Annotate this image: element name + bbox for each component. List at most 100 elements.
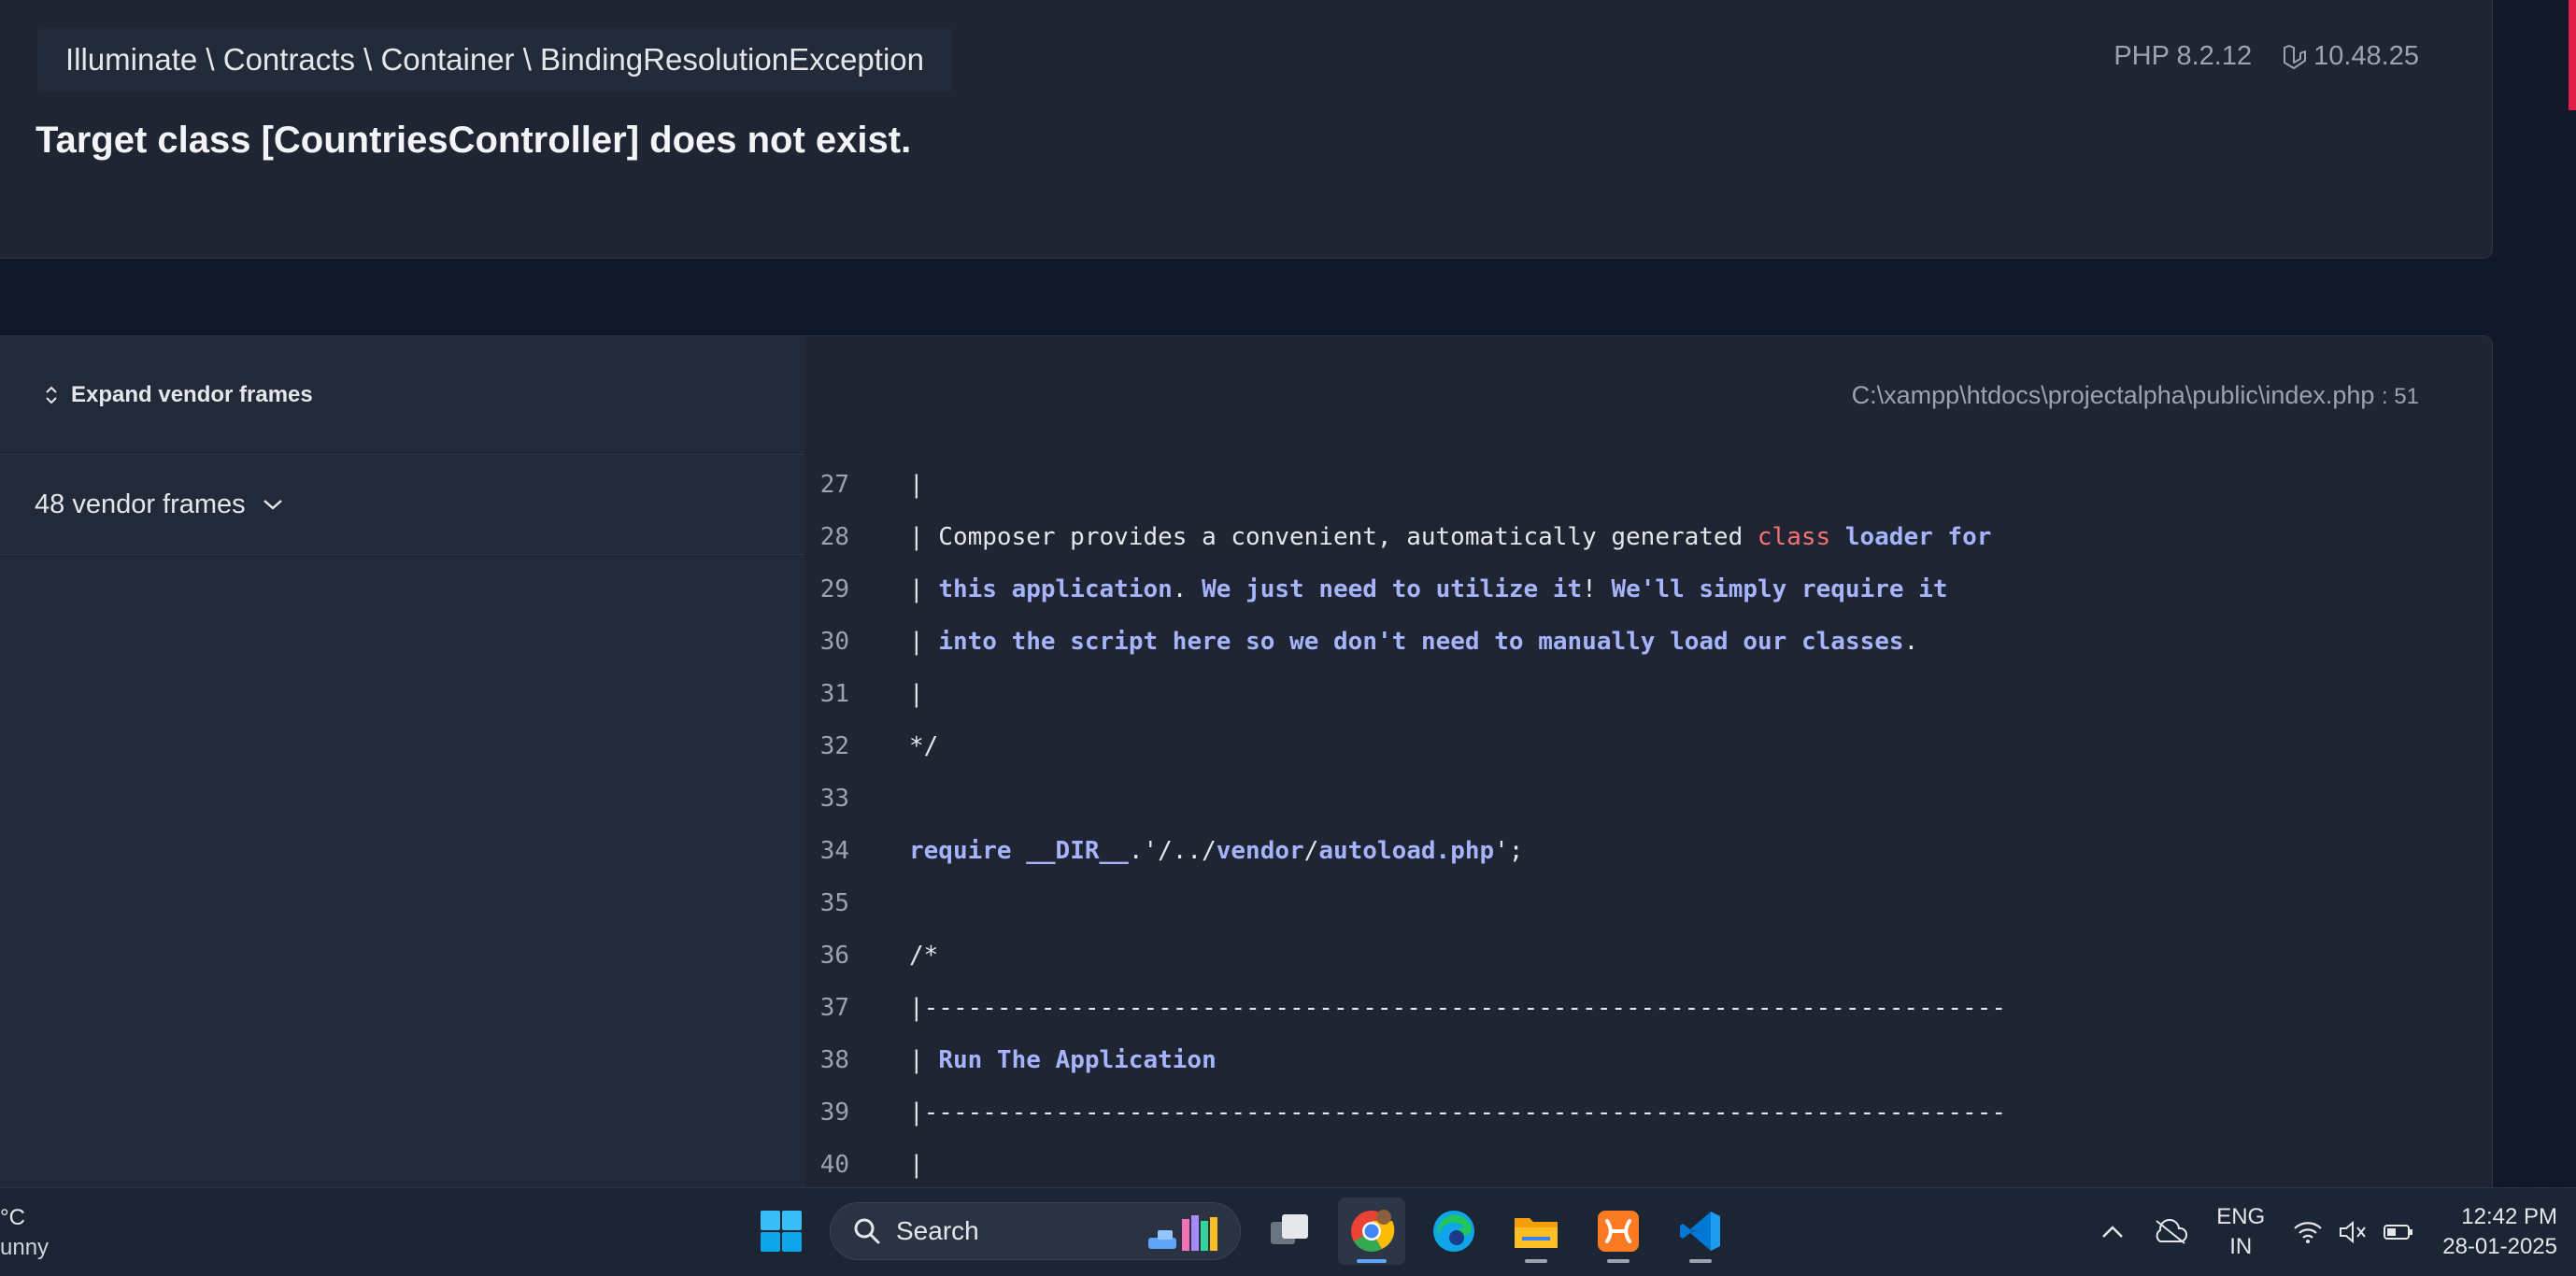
line-number: 30 — [819, 628, 849, 656]
clock[interactable]: 12:42 PM 28-01-2025 — [2442, 1202, 2557, 1262]
line-number: 38 — [819, 1046, 849, 1074]
weather-widget[interactable]: °C unny — [0, 1203, 49, 1263]
clock-time: 12:42 PM — [2461, 1204, 2557, 1229]
taskbar-search[interactable]: Search — [830, 1202, 1241, 1260]
line-text: require __DIR__.'/../vendor/autoload.php… — [909, 837, 1524, 865]
scroll-accent-bar — [2569, 0, 2576, 110]
line-number: 34 — [819, 837, 849, 865]
exception-message: Target class [CountriesController] does … — [36, 120, 912, 161]
language-indicator[interactable]: ENG IN — [2216, 1202, 2265, 1262]
xampp-icon — [1598, 1211, 1639, 1252]
line-text: |---------------------------------------… — [909, 994, 2006, 1022]
taskbar-chrome[interactable] — [1338, 1198, 1405, 1265]
php-version: PHP 8.2.12 — [2113, 41, 2253, 71]
file-path[interactable]: C:\xampp\htdocs\projectalpha\public\inde… — [1852, 381, 2419, 410]
running-indicator — [1689, 1259, 1712, 1263]
line-text: /* — [909, 942, 939, 970]
search-highlight-books-icon — [1148, 1215, 1217, 1251]
code-snippet: 27 | 28 | Composer provides a convenient, a… — [804, 459, 2492, 1187]
language-region: IN — [2229, 1234, 2253, 1259]
running-indicator — [1525, 1259, 1547, 1263]
laravel-version: 10.48.25 — [2282, 41, 2419, 72]
code-line: 37 |-------------------------------------… — [804, 982, 2492, 1034]
taskbar-xampp[interactable] — [1585, 1198, 1652, 1265]
line-text: | into the script here so we don't need … — [909, 628, 1919, 656]
active-indicator — [1357, 1259, 1387, 1263]
task-view-button[interactable] — [1256, 1198, 1323, 1265]
line-text: | this application. We just need to util… — [909, 575, 1948, 603]
expand-vendor-frames-button[interactable]: Expand vendor frames — [0, 336, 804, 455]
line-text: |---------------------------------------… — [909, 1099, 2006, 1127]
code-line: 33 — [804, 773, 2492, 825]
line-number: 35 — [819, 889, 849, 917]
code-line: 40 | — [804, 1139, 2492, 1187]
version-info: PHP 8.2.12 10.48.25 — [2113, 41, 2419, 72]
line-number: 39 — [819, 1099, 849, 1127]
battery-icon — [2384, 1225, 2413, 1240]
clock-date: 28-01-2025 — [2442, 1234, 2557, 1259]
file-path-text: C:\xampp\htdocs\projectalpha\public\inde… — [1851, 381, 2375, 409]
code-line: 34 require __DIR__.'/../vendor/autoload.p… — [804, 825, 2492, 877]
stack-trace-card: Expand vendor frames 48 vendor frames C:… — [0, 335, 2493, 1187]
laravel-icon — [2284, 44, 2307, 69]
line-text: */ — [909, 732, 939, 760]
line-number: 40 — [819, 1151, 849, 1179]
speaker-muted-icon — [2340, 1220, 2367, 1244]
line-number: 33 — [819, 785, 849, 813]
code-line: 27 | — [804, 459, 2492, 511]
vscode-icon — [1680, 1212, 1720, 1251]
windows-icon — [761, 1211, 802, 1252]
line-number: 28 — [819, 523, 849, 551]
taskbar-apps: Search — [747, 1198, 1734, 1265]
wifi-icon — [2294, 1222, 2323, 1243]
line-text: | Composer provides a convenient, automa… — [909, 523, 1992, 551]
system-tray: ENG IN 12:42 PM 28-01-2025 — [2100, 1188, 2557, 1276]
line-text: | — [909, 471, 924, 499]
search-label: Search — [896, 1216, 979, 1245]
start-button[interactable] — [747, 1198, 815, 1265]
frames-panel: Expand vendor frames 48 vendor frames — [0, 336, 805, 1187]
taskbar-edge[interactable] — [1420, 1198, 1487, 1265]
laravel-version-text: 10.48.25 — [2313, 41, 2419, 71]
edge-icon — [1433, 1211, 1474, 1252]
folder-icon — [1515, 1218, 1558, 1248]
code-line: 29 | this application. We just need to ut… — [804, 563, 2492, 616]
expand-collapse-icon — [46, 386, 57, 404]
chevron-down-icon — [263, 500, 282, 510]
line-text: | — [909, 680, 924, 708]
task-view-icon — [1271, 1214, 1308, 1244]
taskbar-file-explorer[interactable] — [1502, 1198, 1570, 1265]
weather-temp: °C — [0, 1205, 25, 1230]
exception-header: Illuminate \ Contracts \ Container \ Bin… — [0, 0, 2493, 259]
vendor-frames-toggle[interactable]: 48 vendor frames — [0, 455, 804, 555]
onedrive-offline-icon[interactable] — [2153, 1219, 2188, 1245]
line-number: 27 — [819, 471, 849, 499]
line-number: 36 — [819, 942, 849, 970]
code-line: 38 | Run The Application — [804, 1034, 2492, 1086]
expand-vendor-frames-label: Expand vendor frames — [71, 382, 313, 407]
line-number: 32 — [819, 732, 849, 760]
taskbar-vscode[interactable] — [1667, 1198, 1734, 1265]
line-number: 37 — [819, 994, 849, 1022]
file-line-number: : 51 — [2381, 384, 2419, 409]
language-code: ENG — [2216, 1204, 2266, 1229]
code-line: 30 | into the script here so we don't nee… — [804, 616, 2492, 668]
chrome-icon — [1351, 1210, 1395, 1252]
line-text: | Run The Application — [909, 1046, 1217, 1074]
search-icon — [854, 1218, 880, 1244]
code-line: 36 /* — [804, 929, 2492, 982]
code-panel: C:\xampp\htdocs\projectalpha\public\inde… — [804, 336, 2492, 1187]
weather-description: unny — [0, 1235, 50, 1260]
exception-class-name[interactable]: Illuminate \ Contracts \ Container \ Bin… — [37, 28, 952, 92]
line-number: 29 — [819, 575, 849, 603]
code-line: 35 — [804, 877, 2492, 929]
vendor-frames-label: 48 vendor frames — [35, 489, 246, 519]
line-text: | — [909, 1151, 924, 1179]
code-line: 32 */ — [804, 720, 2492, 773]
code-line: 31 | — [804, 668, 2492, 720]
running-indicator — [1607, 1259, 1630, 1263]
line-number: 31 — [819, 680, 849, 708]
chevron-up-icon[interactable] — [2100, 1224, 2125, 1241]
quick-settings[interactable] — [2293, 1220, 2414, 1244]
taskbar: °C unny Search ENG IN 12:42 PM 28-01-202… — [0, 1187, 2576, 1276]
